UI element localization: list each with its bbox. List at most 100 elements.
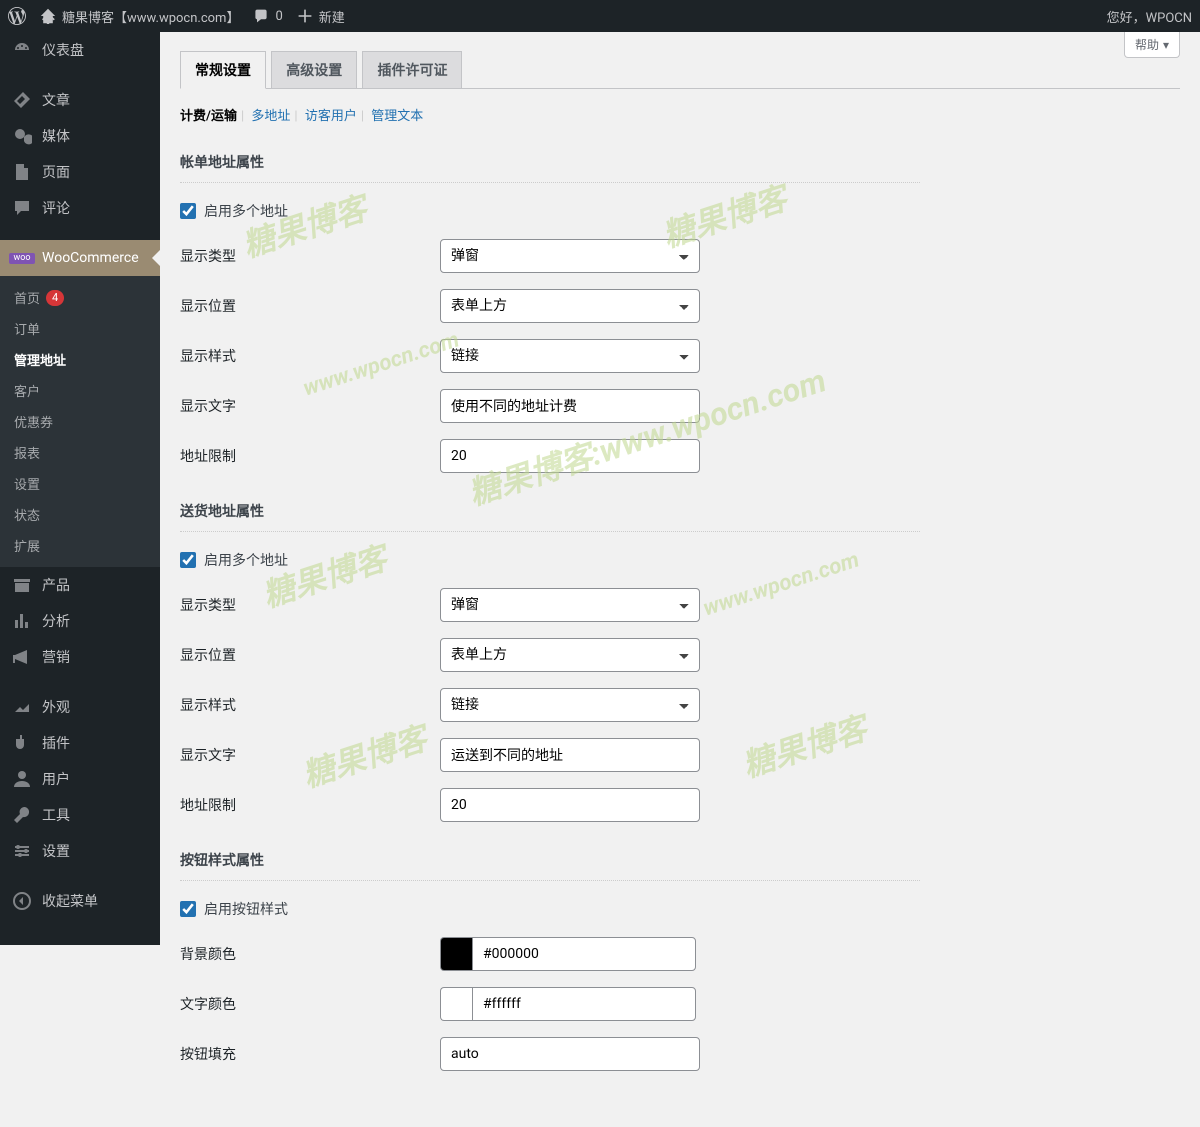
collapse-icon: [12, 891, 32, 911]
wp-logo[interactable]: [8, 7, 26, 25]
sidebar-item-media[interactable]: 媒体: [0, 118, 160, 154]
submenu-orders[interactable]: 订单: [0, 313, 160, 344]
submenu-settings[interactable]: 设置: [0, 468, 160, 499]
admin-bar: 糖果博客【www.wpocn.com】 0 新建 您好，WPOCN: [0, 0, 1200, 32]
sidebar-item-users[interactable]: 用户: [0, 761, 160, 797]
label-display-position: 显示位置: [180, 645, 440, 665]
divider: [180, 880, 920, 881]
user-greeting[interactable]: 您好，WPOCN: [1107, 7, 1192, 26]
bg-color-swatch[interactable]: [440, 937, 472, 971]
shipping-display-text-input[interactable]: [440, 738, 700, 772]
submenu-coupons[interactable]: 优惠券: [0, 406, 160, 437]
sidebar-label: 仪表盘: [42, 40, 84, 60]
tab-general[interactable]: 常规设置: [180, 51, 266, 89]
shipping-display-type-select[interactable]: 弹窗: [440, 588, 700, 622]
shipping-address-limit-input[interactable]: [440, 788, 700, 822]
comments-link[interactable]: 0: [253, 8, 282, 24]
sidebar-item-analytics[interactable]: 分析: [0, 603, 160, 639]
label-display-type: 显示类型: [180, 595, 440, 615]
submenu-reports[interactable]: 报表: [0, 437, 160, 468]
sidebar-item-collapse[interactable]: 收起菜单: [0, 883, 160, 919]
sidebar-item-products[interactable]: 产品: [0, 567, 160, 603]
label-display-style: 显示样式: [180, 695, 440, 715]
billing-display-text-input[interactable]: [440, 389, 700, 423]
sidebar-item-dashboard[interactable]: 仪表盘: [0, 32, 160, 68]
divider: [180, 531, 920, 532]
dashboard-icon: [12, 40, 32, 60]
label-text-color: 文字颜色: [180, 994, 440, 1014]
marketing-icon: [12, 647, 32, 667]
content-area: 帮助▾ 常规设置 高级设置 插件许可证 计费/运输| 多地址| 访客用户| 管理…: [160, 32, 1200, 1127]
settings-icon: [12, 841, 32, 861]
label-address-limit: 地址限制: [180, 446, 440, 466]
submenu-manage-address[interactable]: 管理地址: [0, 344, 160, 375]
page-icon: [12, 162, 32, 182]
sidebar-label: 设置: [42, 841, 70, 861]
subnav-manage-text[interactable]: 管理文本: [371, 109, 423, 124]
sidebar-item-appearance[interactable]: 外观: [0, 689, 160, 725]
sidebar-label: WooCommerce: [42, 250, 139, 266]
label-display-text: 显示文字: [180, 745, 440, 765]
label-display-style: 显示样式: [180, 346, 440, 366]
text-color-input[interactable]: [472, 987, 696, 1021]
sidebar-item-settings[interactable]: 设置: [0, 833, 160, 869]
comment-icon: [12, 198, 32, 218]
submenu-home[interactable]: 首页4: [0, 282, 160, 313]
divider: [180, 182, 920, 183]
new-label: 新建: [319, 7, 345, 26]
sidebar-label: 外观: [42, 697, 70, 717]
sidebar-item-tools[interactable]: 工具: [0, 797, 160, 833]
billing-display-position-select[interactable]: 表单上方: [440, 289, 700, 323]
billing-address-limit-input[interactable]: [440, 439, 700, 473]
subnav-billing-shipping[interactable]: 计费/运输: [180, 109, 237, 124]
sub-nav: 计费/运输| 多地址| 访客用户| 管理文本: [180, 105, 1180, 124]
billing-display-type-select[interactable]: 弹窗: [440, 239, 700, 273]
post-icon: [12, 90, 32, 110]
comments-count: 0: [275, 9, 282, 24]
sidebar-item-plugins[interactable]: 插件: [0, 725, 160, 761]
sidebar-label: 插件: [42, 733, 70, 753]
label-bg-color: 背景颜色: [180, 944, 440, 964]
woo-submenu: 首页4 订单 管理地址 客户 优惠券 报表 设置 状态 扩展: [0, 276, 160, 567]
sidebar-item-pages[interactable]: 页面: [0, 154, 160, 190]
admin-sidebar: 仪表盘 文章 媒体 页面 评论 wooWooCommerce 首页4 订单 管理…: [0, 32, 160, 945]
billing-enable-checkbox[interactable]: 启用多个地址: [180, 201, 920, 221]
subnav-multi-address[interactable]: 多地址: [251, 109, 290, 124]
count-badge: 4: [46, 290, 64, 306]
button-padding-input[interactable]: [440, 1037, 700, 1071]
label-padding: 按钮填充: [180, 1044, 440, 1064]
section-button-title: 按钮样式属性: [180, 850, 920, 870]
new-content[interactable]: 新建: [297, 7, 345, 26]
sidebar-label: 产品: [42, 575, 70, 595]
submenu-extensions[interactable]: 扩展: [0, 530, 160, 561]
watermark: 糖果博客:www.wpocn.com: [462, 355, 831, 514]
sidebar-label: 文章: [42, 90, 70, 110]
sidebar-label: 营销: [42, 647, 70, 667]
tab-advanced[interactable]: 高级设置: [271, 51, 357, 89]
tab-license[interactable]: 插件许可证: [362, 51, 462, 89]
chevron-down-icon: ▾: [1163, 38, 1169, 52]
shipping-display-style-select[interactable]: 链接: [440, 688, 700, 722]
label-display-text: 显示文字: [180, 396, 440, 416]
billing-display-style-select[interactable]: 链接: [440, 339, 700, 373]
site-name[interactable]: 糖果博客【www.wpocn.com】: [40, 7, 239, 26]
subnav-guest-user[interactable]: 访客用户: [305, 109, 357, 124]
help-tab[interactable]: 帮助▾: [1124, 32, 1180, 58]
text-color-swatch[interactable]: [440, 987, 472, 1021]
label-display-type: 显示类型: [180, 246, 440, 266]
section-shipping-title: 送货地址属性: [180, 501, 920, 521]
submenu-customers[interactable]: 客户: [0, 375, 160, 406]
shipping-display-position-select[interactable]: 表单上方: [440, 638, 700, 672]
sidebar-label: 收起菜单: [42, 891, 98, 911]
sidebar-item-woocommerce[interactable]: wooWooCommerce: [0, 240, 160, 276]
tools-icon: [12, 805, 32, 825]
button-enable-checkbox[interactable]: 启用按钮样式: [180, 899, 920, 919]
sidebar-item-posts[interactable]: 文章: [0, 82, 160, 118]
sidebar-item-marketing[interactable]: 营销: [0, 639, 160, 675]
bg-color-input[interactable]: [472, 937, 696, 971]
shipping-enable-checkbox[interactable]: 启用多个地址: [180, 550, 920, 570]
sidebar-label: 评论: [42, 198, 70, 218]
sidebar-item-comments[interactable]: 评论: [0, 190, 160, 226]
submenu-status[interactable]: 状态: [0, 499, 160, 530]
product-icon: [12, 575, 32, 595]
